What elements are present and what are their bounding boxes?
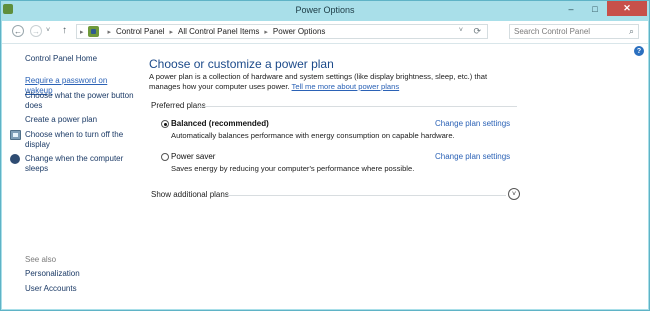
close-button[interactable]: ✕ — [607, 1, 647, 16]
plan-name[interactable]: Balanced (recommended) — [171, 119, 269, 128]
plan-description: Saves energy by reducing your computer's… — [171, 164, 415, 173]
sleep-moon-icon — [10, 154, 20, 164]
expand-chevron-icon[interactable]: ˅ — [508, 188, 520, 200]
main-panel: Choose or customize a power plan A power… — [149, 44, 638, 309]
maximize-button[interactable]: □ — [583, 1, 607, 16]
create-power-plan-link[interactable]: Create a power plan — [25, 115, 137, 125]
minimize-button[interactable]: – — [559, 1, 583, 16]
additional-plans-divider — [225, 195, 506, 196]
breadcrumb-separator-icon[interactable]: ▸ — [264, 28, 268, 36]
breadcrumb-root-separator[interactable]: ▸ — [80, 28, 84, 36]
back-arrow-icon[interactable]: ← — [12, 25, 24, 37]
learn-more-link[interactable]: Tell me more about power plans — [292, 82, 400, 91]
window-controls: – □ ✕ — [559, 1, 647, 17]
plan-description: Automatically balances performance with … — [171, 131, 455, 140]
power-button-link[interactable]: Choose what the power button does — [25, 91, 137, 111]
show-additional-plans[interactable]: Show additional plans — [151, 190, 229, 199]
content-area: ? Control Panel Home Require a password … — [2, 44, 648, 309]
search-input[interactable]: Search Control Panel ⌕ — [509, 24, 639, 39]
page-title: Choose or customize a power plan — [149, 57, 334, 71]
address-dropdown-icon[interactable]: ˅ — [459, 27, 463, 34]
preferred-plans-divider — [198, 106, 517, 107]
title-bar: Power Options – □ ✕ — [1, 1, 649, 21]
control-panel-icon — [87, 26, 99, 37]
breadcrumb-separator-icon[interactable]: ▸ — [108, 28, 112, 36]
change-plan-settings-link[interactable]: Change plan settings — [435, 152, 510, 161]
breadcrumb-power-options[interactable]: Power Options — [273, 27, 325, 36]
forward-arrow-icon[interactable]: → — [30, 25, 42, 37]
up-arrow-icon[interactable]: ↑ — [62, 25, 67, 36]
breadcrumb-separator-icon[interactable]: ▸ — [170, 28, 174, 36]
display-monitor-icon — [10, 130, 21, 140]
plan-name[interactable]: Power saver — [171, 152, 215, 161]
address-bar[interactable]: ▸ ▸ Control Panel ▸ All Control Panel It… — [76, 24, 488, 39]
window-title: Power Options — [295, 5, 355, 15]
navigation-bar: ← → ˅ ↑ ▸ ▸ Control Panel ▸ All Control … — [2, 21, 648, 44]
user-accounts-link[interactable]: User Accounts — [25, 284, 137, 294]
breadcrumb-control-panel[interactable]: Control Panel — [116, 27, 164, 36]
computer-sleeps-link[interactable]: Change when the computer sleeps — [25, 154, 137, 174]
personalization-link[interactable]: Personalization — [25, 269, 137, 279]
page-description: A power plan is a collection of hardware… — [149, 72, 504, 92]
search-icon[interactable]: ⌕ — [629, 26, 634, 37]
refresh-icon[interactable]: ⟳ — [473, 26, 481, 37]
search-placeholder: Search Control Panel — [514, 27, 591, 36]
balanced-radio[interactable] — [161, 120, 169, 128]
recent-locations-chevron-icon[interactable]: ˅ — [46, 27, 50, 34]
see-also-header: See also — [25, 255, 57, 264]
task-sidebar: Control Panel Home Require a password on… — [2, 44, 140, 309]
power-saver-radio[interactable] — [161, 153, 169, 161]
turn-off-display-link[interactable]: Choose when to turn off the display — [25, 130, 137, 150]
power-options-window: Power Options – □ ✕ ← → ˅ ↑ ▸ ▸ Control … — [0, 0, 650, 311]
breadcrumb-all-control-panel-items[interactable]: All Control Panel Items — [178, 27, 259, 36]
change-plan-settings-link[interactable]: Change plan settings — [435, 119, 510, 128]
control-panel-home-link[interactable]: Control Panel Home — [25, 54, 137, 64]
